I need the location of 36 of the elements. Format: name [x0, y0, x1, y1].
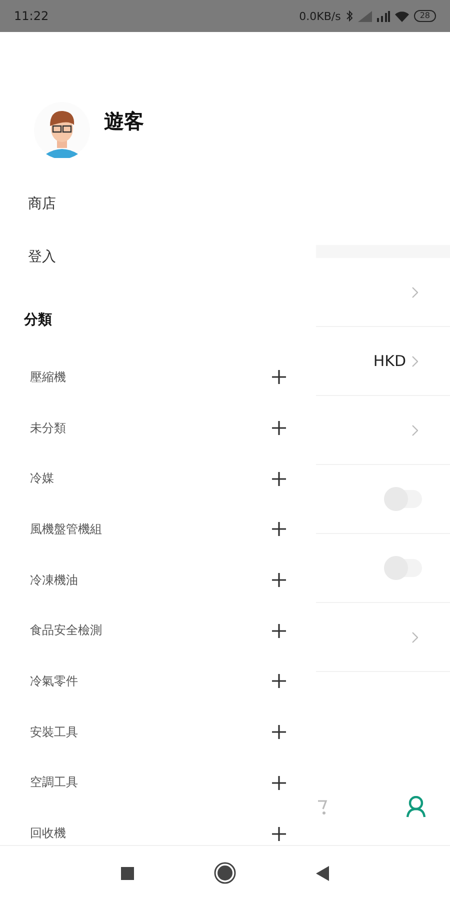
home-icon[interactable] [214, 862, 236, 884]
plus-icon[interactable] [272, 725, 286, 740]
clock-text: 11:22 [14, 9, 49, 23]
plus-icon[interactable] [272, 826, 286, 841]
wifi-icon [394, 10, 409, 22]
category-item[interactable]: 安裝工具 [30, 724, 78, 741]
battery-icon: 28 [414, 10, 436, 22]
plus-icon[interactable] [272, 674, 286, 688]
plus-icon[interactable] [272, 472, 286, 486]
category-item[interactable]: 壓縮機 [30, 368, 66, 386]
plus-icon[interactable] [272, 624, 286, 638]
signal-icon [376, 10, 390, 22]
category-item[interactable]: 食品安全檢測 [30, 622, 102, 640]
category-item[interactable]: 空調工具 [30, 774, 78, 792]
back-icon[interactable] [316, 866, 329, 880]
drawer-menu-item[interactable]: 登入 [0, 231, 316, 284]
setting-value: HKD [373, 352, 406, 370]
plus-icon[interactable] [272, 421, 286, 436]
category-item[interactable]: 冷凍機油 [30, 572, 78, 589]
signal-icon [358, 10, 372, 22]
plus-icon[interactable] [272, 522, 286, 536]
recents-icon[interactable] [121, 866, 134, 880]
category-item[interactable]: 冷媒 [30, 470, 54, 488]
category-item[interactable]: 風機盤管機組 [30, 520, 102, 538]
plus-icon[interactable] [272, 776, 286, 790]
category-item[interactable]: 回收機 [30, 825, 66, 842]
drawer-menu-item[interactable]: 商店 [0, 178, 316, 231]
bluetooth-icon [346, 10, 353, 22]
user-name: 遊客 [104, 108, 144, 134]
network-speed-text: 0.0KB/s [299, 10, 341, 22]
section-title: 分類 [22, 311, 53, 330]
category-item[interactable]: 冷氣零件 [30, 672, 78, 690]
category-item[interactable]: 未分類 [30, 420, 66, 437]
plus-icon[interactable] [272, 370, 286, 384]
plus-icon[interactable] [272, 573, 286, 588]
person-icon[interactable] [406, 796, 426, 818]
